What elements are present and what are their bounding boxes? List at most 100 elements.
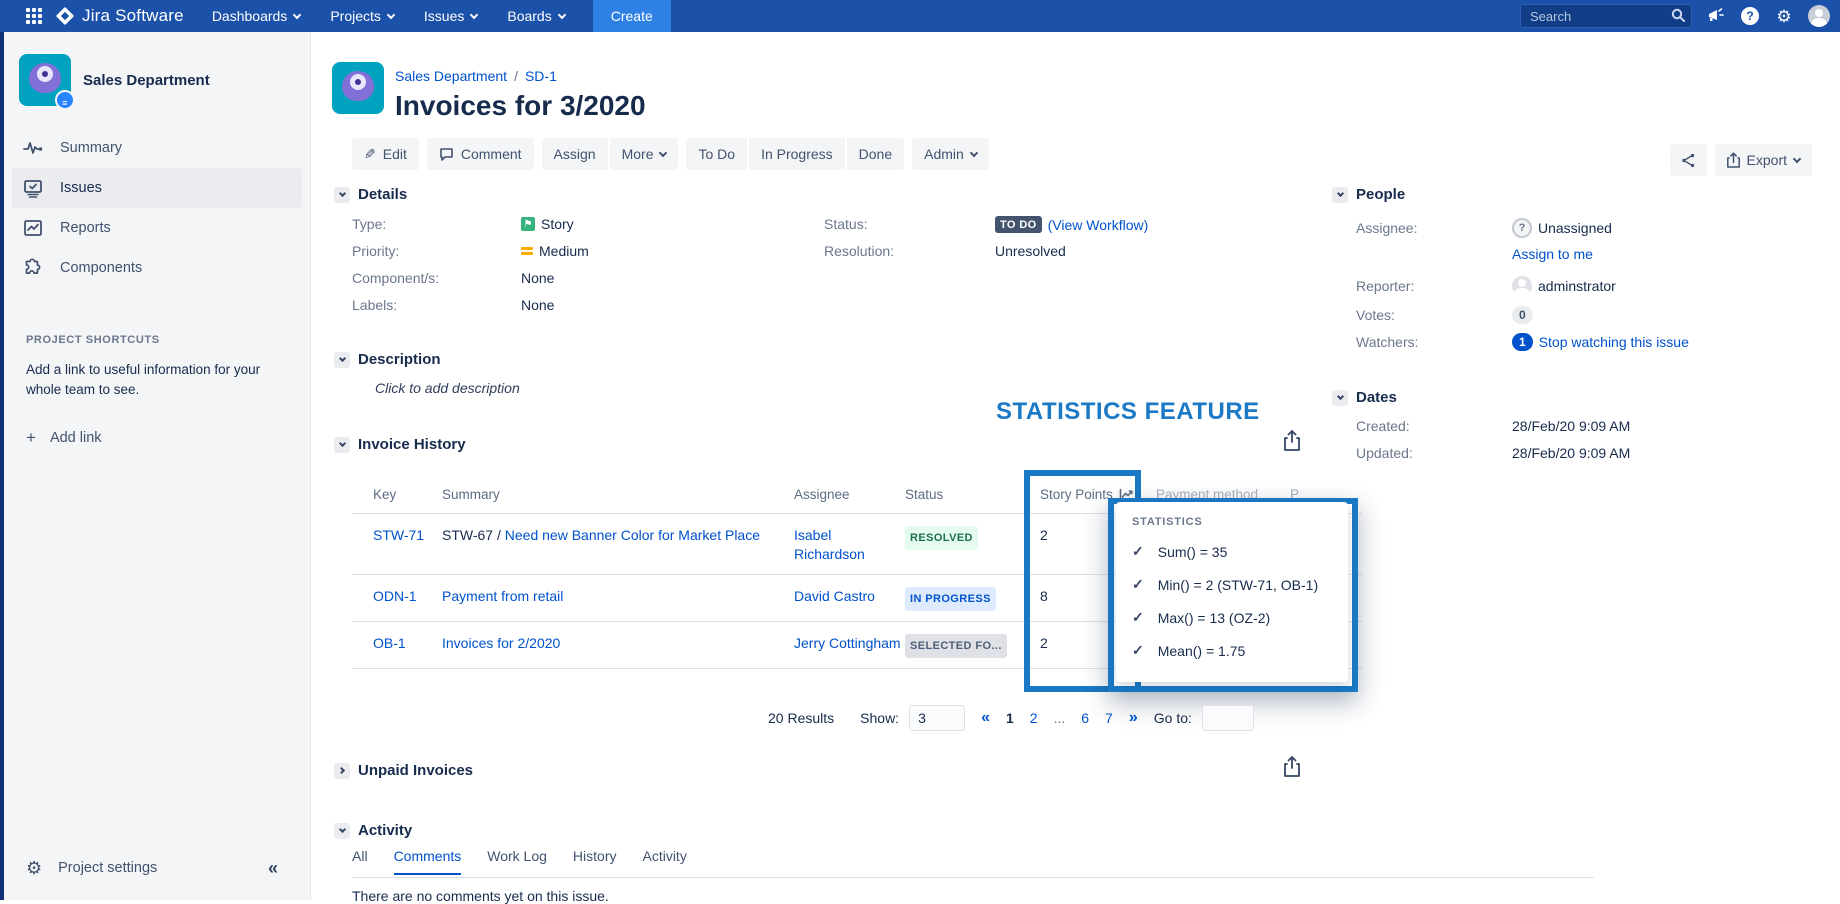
collapse-dates-toggle[interactable] <box>1332 390 1348 406</box>
project-header: ≡ Sales Department <box>4 32 310 106</box>
nav-item-projects[interactable]: Projects <box>330 8 394 24</box>
comment-label: Comment <box>461 146 522 162</box>
unassigned-avatar: ? <box>1512 218 1532 238</box>
sidebar-item-reports[interactable]: Reports <box>12 208 302 248</box>
assignee-link[interactable]: David Castro <box>794 588 875 604</box>
jira-logo[interactable]: Jira Software <box>56 6 184 26</box>
people-section-header: People <box>1332 186 1405 203</box>
col-header-key[interactable]: Key <box>352 480 442 513</box>
project-settings-button[interactable]: ⚙ Project settings « <box>4 848 310 888</box>
page-6[interactable]: 6 <box>1081 710 1089 726</box>
details-title: Details <box>358 186 407 203</box>
user-avatar[interactable] <box>1808 5 1830 27</box>
summary-link[interactable]: Invoices for 2/2020 <box>442 635 560 651</box>
nav-item-issues[interactable]: Issues <box>424 8 477 24</box>
project-avatar[interactable]: ≡ <box>19 54 71 106</box>
statistic-label: Mean() = 1.75 <box>1158 643 1246 659</box>
issue-key-link[interactable]: STW-71 <box>373 527 424 543</box>
breadcrumb-project-link[interactable]: Sales Department <box>395 68 507 84</box>
check-icon: ✓ <box>1132 609 1144 626</box>
project-shortcuts-title: PROJECT SHORTCUTS <box>26 334 310 346</box>
assign-button[interactable]: Assign <box>542 138 608 170</box>
view-workflow-link[interactable]: (View Workflow) <box>1048 217 1149 233</box>
last-page-icon[interactable]: » <box>1129 709 1138 727</box>
chevron-down-icon <box>293 10 301 18</box>
statistic-option-min[interactable]: ✓ Min() = 2 (STW-71, OB-1) <box>1132 575 1348 594</box>
page-2[interactable]: 2 <box>1030 710 1038 726</box>
issue-toolbar: ✎ Edit Comment Assign More To Do In Prog… <box>352 138 989 170</box>
summary-link[interactable]: Payment from retail <box>442 588 563 604</box>
admin-button[interactable]: Admin <box>912 138 989 170</box>
sidebar-item-label: Reports <box>60 220 111 236</box>
watchers-count-pill[interactable]: 1 <box>1512 333 1533 351</box>
description-placeholder[interactable]: Click to add description <box>375 380 520 396</box>
collapse-invoice-history-toggle[interactable] <box>334 437 350 453</box>
settings-gear-icon[interactable]: ⚙ <box>1774 6 1794 26</box>
nav-item-dashboards[interactable]: Dashboards <box>212 8 301 24</box>
row-status-badge: SELECTED FO... <box>905 634 1007 658</box>
collapse-details-toggle[interactable] <box>334 187 350 203</box>
check-icon: ✓ <box>1132 642 1144 659</box>
assign-to-me-link[interactable]: Assign to me <box>1512 246 1593 262</box>
statistic-option-max[interactable]: ✓ Max() = 13 (OZ-2) <box>1132 608 1348 627</box>
breadcrumb-issue-link[interactable]: SD-1 <box>525 68 557 84</box>
todo-button[interactable]: To Do <box>686 138 747 170</box>
invoice-history-share-icon[interactable] <box>1283 430 1301 452</box>
col-header-summary[interactable]: Summary <box>442 480 794 513</box>
votes-count-pill[interactable]: 0 <box>1512 306 1533 324</box>
assignee-link[interactable]: Jerry Cottingham <box>794 635 901 651</box>
pagination: 20 Results Show: « 1 2 ... 6 7 » Go to: <box>768 705 1254 731</box>
nav-item-label: Boards <box>507 8 551 24</box>
col-header-assignee[interactable]: Assignee <box>794 480 905 513</box>
collapse-sidebar-icon[interactable]: « <box>268 858 278 879</box>
collapse-people-toggle[interactable] <box>1332 187 1348 203</box>
tab-activity[interactable]: Activity <box>642 848 686 875</box>
sidebar-item-components[interactable]: Components <box>12 248 302 288</box>
tab-history[interactable]: History <box>573 848 617 875</box>
more-button[interactable]: More <box>610 138 679 170</box>
tab-comments[interactable]: Comments <box>394 848 462 875</box>
statistic-option-mean[interactable]: ✓ Mean() = 1.75 <box>1132 641 1348 660</box>
summary-link[interactable]: Need new Banner Color for Market Place <box>505 527 760 543</box>
announcements-icon[interactable] <box>1706 6 1726 26</box>
create-button[interactable]: Create <box>593 0 671 32</box>
statistics-popup-title: STATISTICS <box>1132 516 1348 528</box>
sidebar-item-summary[interactable]: Summary <box>12 128 302 168</box>
nav-item-boards[interactable]: Boards <box>507 8 564 24</box>
col-header-status[interactable]: Status <box>905 480 1032 513</box>
goto-page-input[interactable] <box>1202 705 1254 731</box>
stop-watching-link[interactable]: Stop watching this issue <box>1539 334 1689 350</box>
unpaid-invoices-share-icon[interactable] <box>1283 756 1301 778</box>
tab-work-log[interactable]: Work Log <box>487 848 547 875</box>
first-page-icon[interactable]: « <box>981 709 990 727</box>
done-button[interactable]: Done <box>847 138 904 170</box>
in-progress-button[interactable]: In Progress <box>749 138 845 170</box>
collapse-description-toggle[interactable] <box>334 352 350 368</box>
priority-value: Medium <box>539 243 589 259</box>
app-switcher-icon[interactable] <box>26 8 42 24</box>
help-icon[interactable]: ? <box>1740 6 1760 26</box>
statistic-option-sum[interactable]: ✓ Sum() = 35 <box>1132 542 1348 561</box>
assignee-link[interactable]: Isabel Richardson <box>794 527 865 562</box>
reporter-field: Reporter: adminstrator <box>1356 276 1616 296</box>
page-7[interactable]: 7 <box>1105 710 1113 726</box>
check-icon: ✓ <box>1132 576 1144 593</box>
add-link-button[interactable]: + Add link <box>26 428 310 448</box>
sidebar-item-label: Summary <box>60 140 122 156</box>
collapse-activity-toggle[interactable] <box>334 823 350 839</box>
expand-unpaid-invoices-toggle[interactable] <box>334 763 350 779</box>
page-1[interactable]: 1 <box>1006 710 1014 726</box>
share-button[interactable] <box>1670 144 1707 176</box>
tab-all[interactable]: All <box>352 848 368 875</box>
assignee-value: Unassigned <box>1538 220 1612 236</box>
comment-button[interactable]: Comment <box>427 138 534 170</box>
sidebar-item-issues[interactable]: Issues <box>12 168 302 208</box>
issue-key-link[interactable]: ODN-1 <box>373 588 417 604</box>
search-input[interactable] <box>1520 4 1692 28</box>
issue-key-link[interactable]: OB-1 <box>373 635 406 651</box>
assignee-field: Assignee: ? Unassigned <box>1356 218 1612 238</box>
export-button[interactable]: Export <box>1715 144 1812 176</box>
show-count-input[interactable] <box>909 705 965 731</box>
nav-item-label: Issues <box>424 8 464 24</box>
edit-button[interactable]: ✎ Edit <box>352 138 419 170</box>
